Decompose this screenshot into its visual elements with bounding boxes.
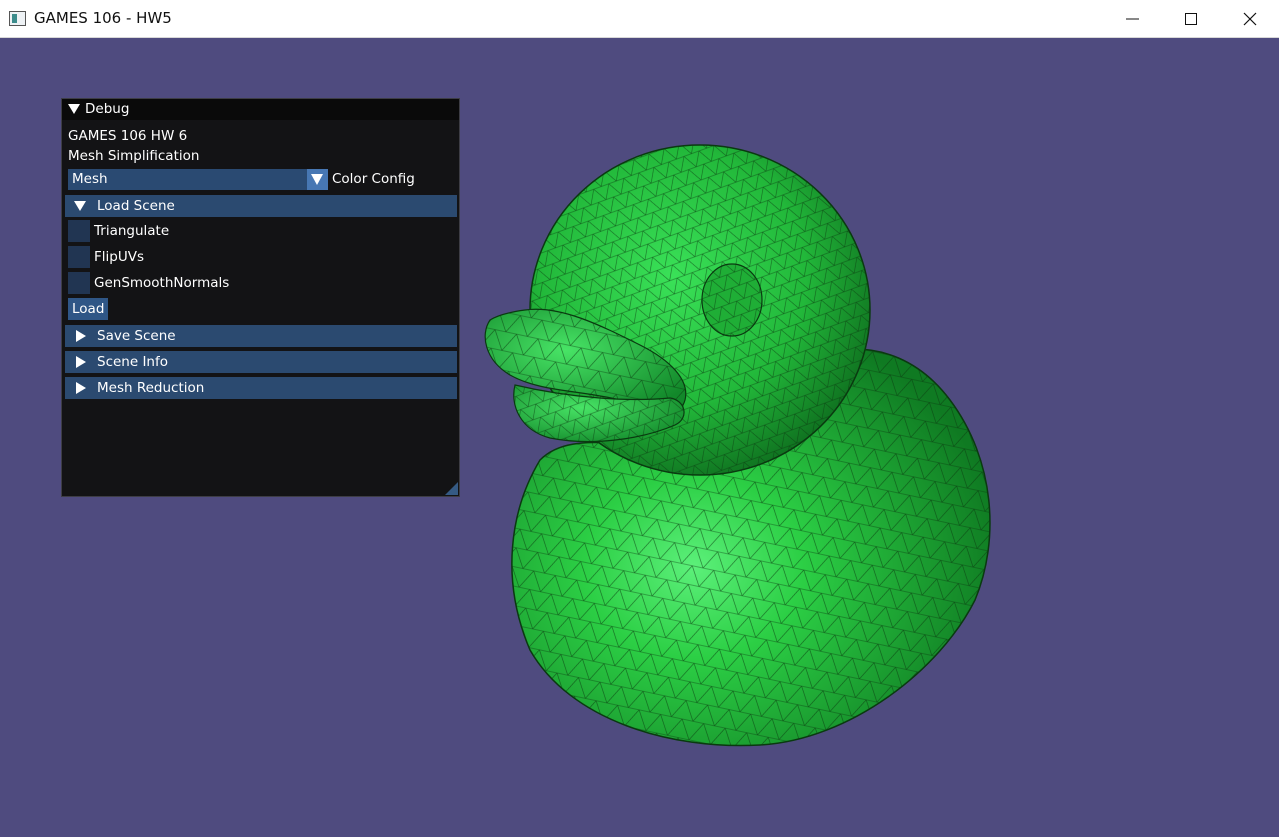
section-label: Mesh Reduction — [97, 380, 205, 396]
section-label: Load Scene — [97, 198, 175, 214]
flipuvs-checkbox[interactable] — [68, 246, 90, 268]
window-title: GAMES 106 - HW5 — [34, 9, 172, 27]
collapsed-arrow-icon — [76, 330, 86, 342]
close-icon — [1243, 12, 1257, 26]
resize-grip-icon[interactable] — [445, 482, 458, 495]
section-save-scene[interactable]: Save Scene — [65, 325, 457, 347]
minimize-button[interactable] — [1104, 0, 1162, 38]
collapse-arrow-icon[interactable] — [68, 104, 80, 114]
checkbox-label: FlipUVs — [94, 249, 144, 265]
debug-panel-title: Debug — [85, 101, 130, 117]
minimize-icon — [1126, 18, 1139, 20]
duck-mesh-view[interactable] — [470, 130, 1010, 760]
section-load-scene[interactable]: Load Scene — [65, 195, 457, 217]
collapsed-arrow-icon — [76, 356, 86, 368]
app-icon — [9, 11, 26, 26]
color-config-combo[interactable]: Mesh — [68, 169, 328, 190]
debug-panel-titlebar[interactable]: Debug — [62, 99, 459, 120]
gensmoothnormals-checkbox[interactable] — [68, 272, 90, 294]
close-button[interactable] — [1221, 0, 1279, 38]
section-mesh-reduction[interactable]: Mesh Reduction — [65, 377, 457, 399]
assignment-label: GAMES 106 HW 6 — [68, 128, 188, 144]
load-button[interactable]: Load — [68, 298, 108, 320]
section-scene-info[interactable]: Scene Info — [65, 351, 457, 373]
load-button-label: Load — [72, 301, 105, 317]
combo-label: Color Config — [332, 171, 415, 187]
collapsed-arrow-icon — [76, 382, 86, 394]
duck-eye — [701, 263, 763, 337]
checkbox-label: Triangulate — [94, 223, 170, 239]
debug-panel[interactable]: Debug GAMES 106 HW 6 Mesh Simplification… — [61, 98, 460, 497]
expanded-arrow-icon — [74, 201, 86, 211]
title-bar: GAMES 106 - HW5 — [0, 0, 1279, 38]
checkbox-label: GenSmoothNormals — [94, 275, 230, 291]
triangulate-checkbox[interactable] — [68, 220, 90, 242]
task-label: Mesh Simplification — [68, 148, 200, 164]
dropdown-arrow-icon[interactable] — [307, 169, 328, 190]
section-label: Scene Info — [97, 354, 169, 370]
maximize-icon — [1185, 13, 1197, 25]
maximize-button[interactable] — [1162, 0, 1220, 38]
combo-selected-value: Mesh — [72, 171, 108, 187]
section-label: Save Scene — [97, 328, 176, 344]
